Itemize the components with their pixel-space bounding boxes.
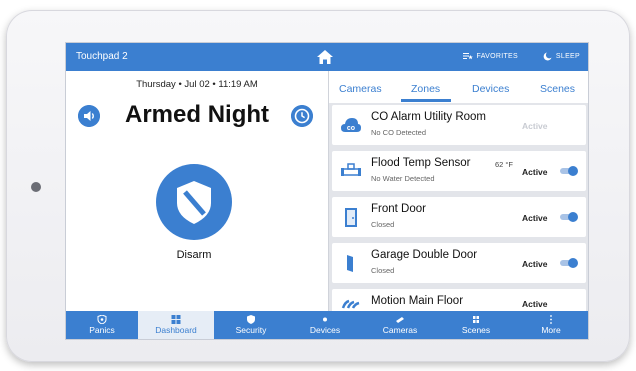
camera-icon (396, 317, 404, 323)
nav-more[interactable]: More (514, 311, 588, 339)
nav-label: More (541, 325, 561, 335)
date-time: Thursday • Jul 02 • 11:19 AM (136, 79, 258, 90)
favorites-label: FAVORITES (476, 52, 518, 60)
zone-toggle[interactable] (560, 212, 578, 222)
nav-label: Security (235, 325, 267, 335)
zone-name: Motion Main Floor (371, 295, 464, 307)
pipe-icon (341, 163, 361, 176)
tab-devices[interactable]: Devices (472, 83, 509, 95)
svg-text:co: co (347, 125, 355, 132)
zone-state: Active (522, 121, 548, 131)
nav-devices[interactable]: Devices (288, 311, 362, 339)
zone-state: Active (522, 259, 548, 269)
dashboard-grid-icon (171, 315, 181, 324)
sleep-button[interactable]: SLEEP (543, 52, 580, 61)
top-bar: Touchpad 2 FAVORITES SLEEP (66, 43, 588, 71)
shield-icon (177, 181, 211, 224)
devices-icon (323, 317, 327, 322)
zone-state: Active (522, 213, 548, 223)
zone-toggle[interactable] (560, 258, 578, 268)
nav-label: Scenes (461, 325, 491, 335)
favorites-icon (462, 53, 473, 60)
security-status-panel: Thursday • Jul 02 • 11:19 AM Armed Night… (66, 71, 328, 311)
zone-status: Closed (371, 220, 395, 229)
zone-status: Closed (371, 266, 395, 275)
nav-cameras[interactable]: Cameras (362, 311, 438, 339)
zone-name: Flood Temp Sensor (371, 157, 471, 169)
zone-status: No CO Detected (371, 128, 427, 137)
device-camera-dot (31, 182, 41, 192)
disarm-label: Disarm (176, 249, 212, 261)
nav-scenes[interactable]: Scenes (438, 311, 514, 339)
tab-scenes[interactable]: Scenes (540, 83, 575, 95)
nav-label: Dashboard (155, 325, 197, 335)
nav-label: Cameras (382, 325, 418, 335)
disarm-button[interactable] (156, 164, 232, 240)
nav-security[interactable]: Security (214, 311, 288, 339)
toggle-knob (568, 212, 578, 222)
tab-cameras[interactable]: Cameras (339, 83, 382, 95)
clock-icon[interactable] (291, 105, 313, 127)
panel-name: Touchpad 2 (76, 51, 128, 62)
nav-panics[interactable]: Panics (66, 311, 138, 339)
scenes-icon (473, 316, 479, 323)
zone-row-garage-door[interactable]: Garage Double Door Closed Active (332, 243, 586, 283)
toggle-knob (568, 258, 578, 268)
more-vertical-icon (550, 315, 552, 324)
zone-row-co-alarm[interactable]: co CO Alarm Utility Room No CO Detected … (332, 105, 586, 145)
zone-state: Active (522, 167, 548, 177)
nav-label: Devices (309, 325, 341, 335)
zone-row-flood-temp[interactable]: Flood Temp Sensor No Water Detected 62 °… (332, 151, 586, 191)
panic-shield-icon (97, 315, 107, 324)
zone-name: Front Door (371, 203, 426, 215)
active-tab-indicator (401, 99, 451, 102)
door-icon (345, 208, 357, 227)
zone-row-front-door[interactable]: Front Door Closed Active (332, 197, 586, 237)
nav-dashboard[interactable]: Dashboard (138, 311, 214, 339)
moon-icon (543, 52, 552, 61)
bottom-nav: Panics Dashboard Security Devices Camera… (66, 311, 588, 339)
zone-temperature: 62 °F (495, 160, 514, 169)
touchpad-screen: Touchpad 2 FAVORITES SLEEP Thursday • Ju… (66, 43, 588, 339)
zone-state: Active (522, 299, 548, 309)
zone-toggle[interactable] (560, 166, 578, 176)
zone-status: No Water Detected (371, 174, 435, 183)
nav-label: Panics (89, 325, 115, 335)
zone-name: Garage Double Door (371, 249, 478, 261)
zones-panel: Cameras Zones Devices Scenes co CO Alarm… (328, 71, 588, 329)
garage-door-icon (347, 255, 353, 272)
tab-zones[interactable]: Zones (411, 83, 440, 95)
arm-status: Armed Night (125, 101, 269, 128)
tab-bar: Cameras Zones Devices Scenes (329, 71, 588, 103)
favorites-button[interactable]: FAVORITES (462, 52, 518, 60)
home-icon[interactable] (316, 48, 334, 66)
co-cloud-icon: co (341, 118, 361, 132)
toggle-knob (568, 166, 578, 176)
sleep-label: SLEEP (555, 53, 580, 60)
security-shield-icon (247, 315, 255, 324)
zone-name: CO Alarm Utility Room (371, 111, 487, 123)
